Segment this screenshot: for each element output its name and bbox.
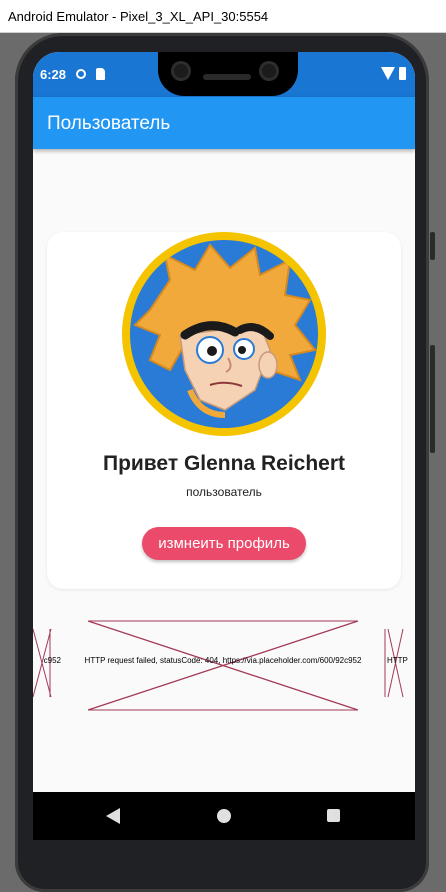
avatar xyxy=(122,232,326,436)
earpiece-speaker xyxy=(203,74,251,80)
device-screen: 6:28 Пользователь Привет Glenna Reichert… xyxy=(33,52,415,792)
sd-card-icon xyxy=(96,68,105,80)
front-camera-icon xyxy=(259,61,279,81)
window-title: Android Emulator - Pixel_3_XL_API_30:555… xyxy=(0,0,446,33)
image-error-text: HTTP xyxy=(387,656,408,665)
recents-icon[interactable] xyxy=(327,809,340,822)
edit-profile-button[interactable]: измнеить профиль xyxy=(142,527,306,560)
camera-notch xyxy=(158,52,298,96)
power-button xyxy=(430,232,435,260)
app-bar: Пользователь xyxy=(33,97,415,149)
battery-icon xyxy=(399,67,406,80)
page-title: Пользователь xyxy=(47,113,171,134)
carousel-item[interactable]: HTTP request failed, statusCode: 404, ht… xyxy=(83,617,363,712)
carousel-item[interactable]: c952 xyxy=(33,617,61,712)
data-saver-icon xyxy=(76,69,86,79)
carousel-item[interactable]: HTTP xyxy=(383,617,415,712)
image-error-text: c952 xyxy=(43,656,61,665)
status-time: 6:28 xyxy=(40,67,67,82)
greeting-text: Привет Glenna Reichert xyxy=(102,452,346,475)
wifi-icon xyxy=(381,67,395,80)
image-carousel[interactable]: c952 HTTP request failed, statusCode: 40… xyxy=(33,617,415,712)
avatar-image xyxy=(130,240,318,428)
cartoon-portrait-icon xyxy=(133,243,317,418)
back-icon[interactable] xyxy=(106,808,120,824)
front-camera-icon xyxy=(171,61,191,81)
image-error-text: HTTP request failed, statusCode: 404, ht… xyxy=(84,656,362,665)
volume-button xyxy=(430,345,435,453)
status-bar: 6:28 xyxy=(33,52,415,97)
user-role: пользователь xyxy=(186,485,262,499)
profile-card: Привет Glenna Reichert пользователь измн… xyxy=(47,232,401,589)
home-icon[interactable] xyxy=(217,809,231,823)
system-nav-bar xyxy=(33,792,415,840)
